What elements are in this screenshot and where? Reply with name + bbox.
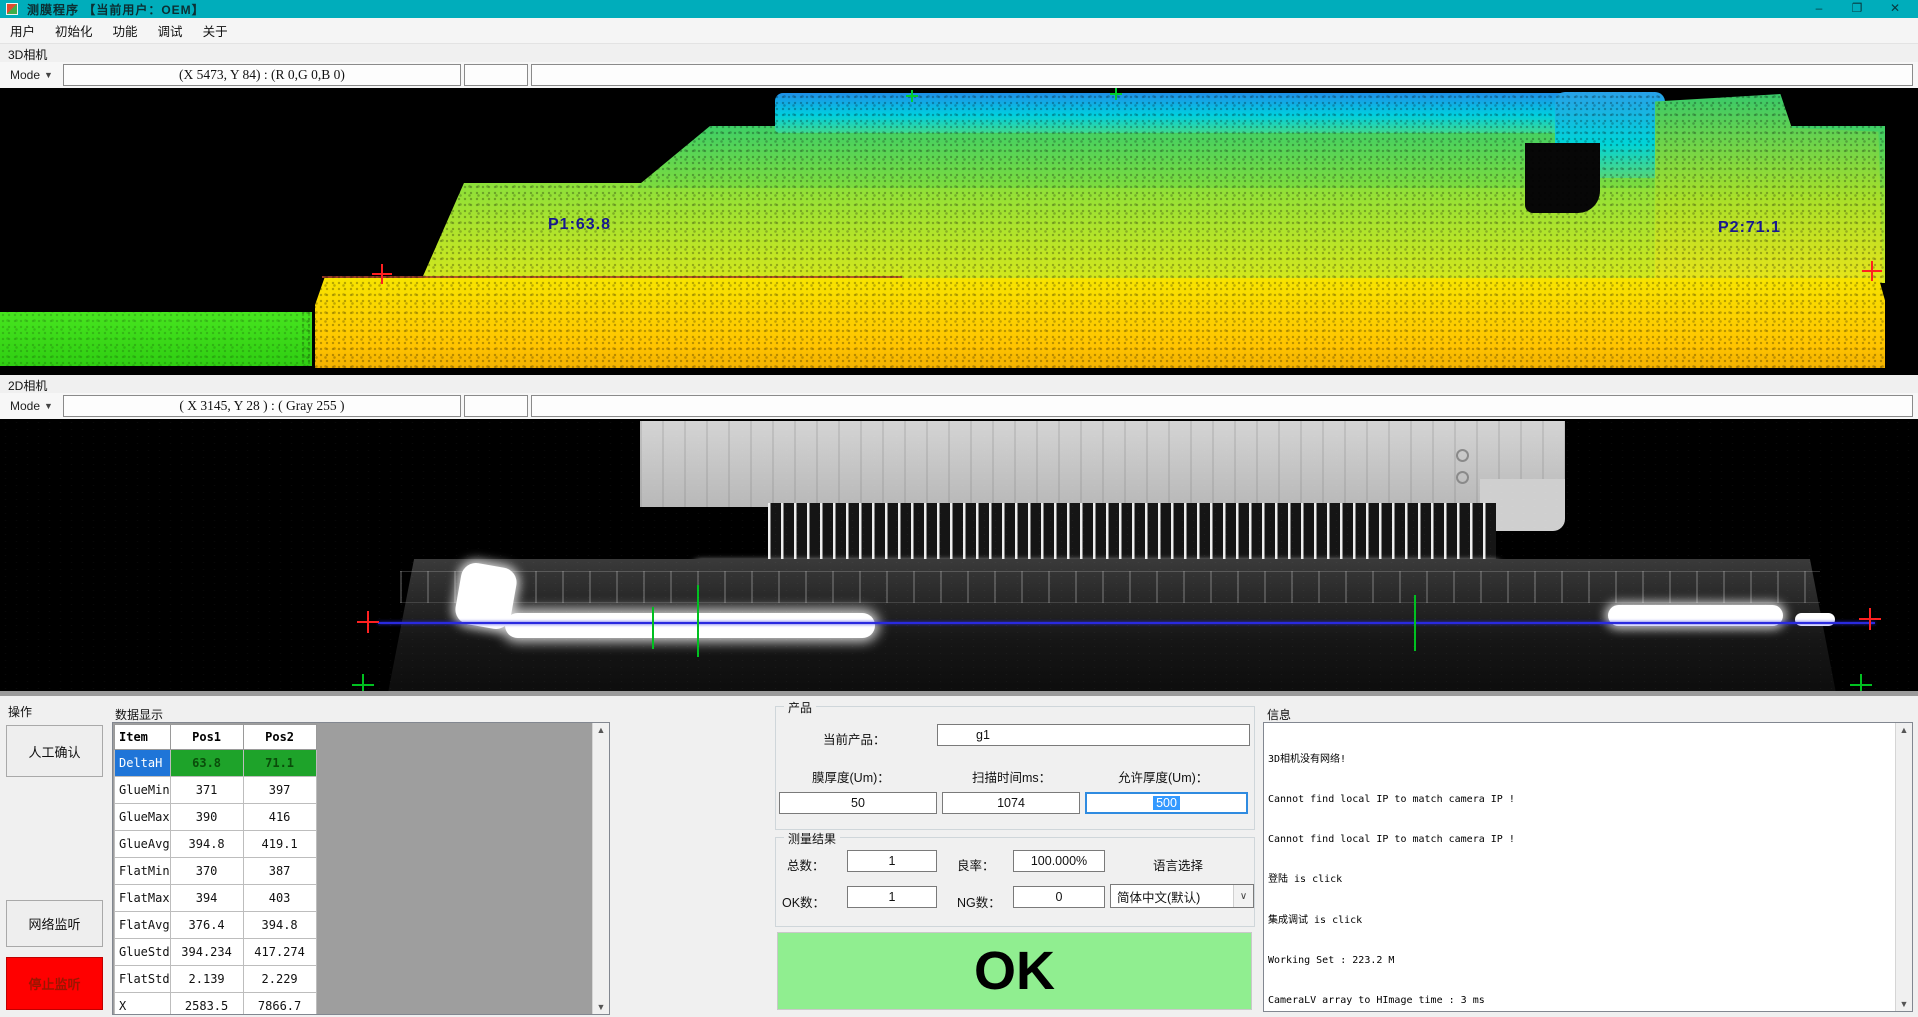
- allow-thickness-field[interactable]: 500: [1085, 792, 1248, 814]
- ng-count-field[interactable]: 0: [1013, 886, 1105, 908]
- log-line: Cannot find local IP to match camera IP …: [1268, 793, 1892, 806]
- table-row[interactable]: GlueAvg394.8419.1: [115, 831, 317, 858]
- left-strip-noise: [0, 312, 312, 366]
- results-label: 测量结果: [784, 830, 840, 847]
- camera3d-coordinate-readout: (X 5473, Y 84) : (R 0,G 0,B 0): [63, 64, 461, 86]
- scroll-up-icon[interactable]: ▲: [1896, 725, 1912, 735]
- marker-cross-top1: [906, 90, 918, 102]
- table-row[interactable]: FlatMin370387: [115, 858, 317, 885]
- close-button[interactable]: ✕: [1876, 0, 1914, 18]
- data-grid-panel[interactable]: Item Pos1 Pos2 DeltaH63.871.1 GlueMin371…: [112, 722, 610, 1015]
- menu-about[interactable]: 关于: [193, 17, 238, 44]
- status-banner: OK: [777, 932, 1252, 1010]
- log-line: Cannot find local IP to match camera IP …: [1268, 833, 1892, 846]
- title-bar: 测膜程序 【当前用户：OEM】 – ❐ ✕: [0, 0, 1918, 18]
- table-header-row: Item Pos1 Pos2: [115, 725, 317, 750]
- camera2d-viewport[interactable]: [0, 419, 1918, 696]
- yield-label: 良率：: [957, 855, 995, 874]
- camera2d-coordinate-readout: ( X 3145, Y 28 ) : ( Gray 255 ): [63, 395, 461, 417]
- camera2d-info-box: [531, 395, 1913, 417]
- table-row[interactable]: DeltaH63.871.1: [115, 750, 317, 777]
- language-label: 语言选择: [1153, 855, 1203, 874]
- log-line: 3D相机没有网络!: [1268, 753, 1892, 766]
- film-thickness-label: 膜厚度(Um)：: [812, 767, 890, 786]
- table-row[interactable]: GlueStd394.234417.274: [115, 939, 317, 966]
- bottom-area: 操作 人工确认 网络监听 停止监听 数据显示 Item Pos1 Pos2 De…: [0, 696, 1918, 1017]
- maximize-button[interactable]: ❐: [1838, 0, 1876, 18]
- image-noise: [0, 419, 1918, 696]
- table-row[interactable]: FlatMax394403: [115, 885, 317, 912]
- table-scrollbar[interactable]: ▲ ▼: [592, 723, 609, 1014]
- col-pos1: Pos1: [170, 725, 243, 750]
- info-label: 信息: [1267, 706, 1291, 723]
- manual-confirm-button[interactable]: 人工确认: [6, 725, 103, 777]
- measurement-table: Item Pos1 Pos2 DeltaH63.871.1 GlueMin371…: [114, 724, 317, 1015]
- menu-debug[interactable]: 调试: [148, 17, 193, 44]
- camera3d-aux-box: [464, 64, 528, 86]
- menu-init[interactable]: 初始化: [45, 17, 103, 44]
- yield-field[interactable]: 100.000%: [1013, 850, 1105, 872]
- window-title: 测膜程序 【当前用户：OEM】: [27, 1, 205, 18]
- p2-annotation: P2:71.1: [1718, 219, 1781, 237]
- film-thickness-field[interactable]: 50: [779, 792, 937, 814]
- chevron-down-icon: ▼: [44, 70, 53, 80]
- camera3d-viewport[interactable]: P1:63.8 P2:71.1: [0, 88, 1918, 375]
- camera3d-label: 3D相机: [8, 46, 47, 63]
- ok-count-field[interactable]: 1: [847, 886, 937, 908]
- ok-count-label: OK数：: [782, 892, 825, 911]
- log-panel[interactable]: 3D相机没有网络! Cannot find local IP to match …: [1263, 722, 1913, 1012]
- total-label: 总数：: [787, 855, 825, 874]
- total-field[interactable]: 1: [847, 850, 937, 872]
- table-row[interactable]: GlueMin371397: [115, 777, 317, 804]
- log-text: 3D相机没有网络! Cannot find local IP to match …: [1268, 726, 1892, 1012]
- selected-text: 500: [1153, 796, 1180, 810]
- camera3d-info-box: [531, 64, 1913, 86]
- current-product-field[interactable]: g1: [937, 724, 1250, 746]
- camera2d-label: 2D相机: [8, 377, 47, 394]
- product-label: 产品: [784, 699, 816, 716]
- col-pos2: Pos2: [243, 725, 316, 750]
- language-select[interactable]: 简体中文(默认) ∨: [1110, 884, 1254, 908]
- stop-listen-button[interactable]: 停止监听: [6, 957, 103, 1010]
- col-item: Item: [115, 725, 171, 750]
- current-product-label: 当前产品：: [823, 729, 886, 748]
- log-line: Working Set : 223.2 M: [1268, 954, 1892, 967]
- log-scrollbar[interactable]: ▲ ▼: [1895, 723, 1912, 1011]
- data-display-label: 数据显示: [115, 706, 163, 723]
- log-line: 登陆 is click: [1268, 873, 1892, 886]
- app-icon: [6, 3, 18, 15]
- menu-bar: 用户 初始化 功能 调试 关于: [0, 18, 1918, 44]
- table-row[interactable]: GlueMax390416: [115, 804, 317, 831]
- scroll-up-icon[interactable]: ▲: [593, 725, 609, 735]
- camera3d-toolbar: Mode ▼ (X 5473, Y 84) : (R 0,G 0,B 0): [0, 62, 1918, 88]
- camera2d-toolbar: Mode ▼ ( X 3145, Y 28 ) : ( Gray 255 ): [0, 393, 1918, 419]
- scan-time-label: 扫描时间ms：: [972, 767, 1051, 786]
- menu-function[interactable]: 功能: [103, 17, 148, 44]
- table-row[interactable]: FlatAvg376.4394.8: [115, 912, 317, 939]
- allow-thickness-label: 允许厚度(Um)：: [1118, 767, 1208, 786]
- scan-time-field[interactable]: 1074: [942, 792, 1080, 814]
- p1-annotation: P1:63.8: [548, 216, 611, 234]
- heightmap-noise: [300, 88, 1890, 375]
- chevron-down-icon: ∨: [1233, 885, 1253, 907]
- network-listen-button[interactable]: 网络监听: [6, 900, 103, 947]
- table-row[interactable]: FlatStd2.1392.229: [115, 966, 317, 993]
- log-line: CameraLV array to HImage time : 3 ms: [1268, 994, 1892, 1007]
- chevron-down-icon: ▼: [44, 401, 53, 411]
- table-row[interactable]: X2583.57866.7: [115, 993, 317, 1016]
- scroll-down-icon[interactable]: ▼: [593, 1002, 609, 1012]
- operation-label: 操作: [8, 703, 32, 720]
- ng-count-label: NG数：: [957, 892, 1001, 911]
- camera2d-aux-box: [464, 395, 528, 417]
- marker-cross-top2: [1110, 88, 1122, 100]
- minimize-button[interactable]: –: [1800, 0, 1838, 18]
- menu-user[interactable]: 用户: [0, 17, 45, 44]
- camera2d-mode-button[interactable]: Mode ▼: [6, 397, 57, 415]
- marker-cross-left: [372, 264, 392, 284]
- log-line: 集成调试 is click: [1268, 914, 1892, 927]
- camera3d-mode-button[interactable]: Mode ▼: [6, 66, 57, 84]
- scroll-down-icon[interactable]: ▼: [1896, 999, 1912, 1009]
- marker-cross-right: [1862, 261, 1882, 281]
- app-window: 测膜程序 【当前用户：OEM】 – ❐ ✕ 用户 初始化 功能 调试 关于 3D…: [0, 0, 1918, 1017]
